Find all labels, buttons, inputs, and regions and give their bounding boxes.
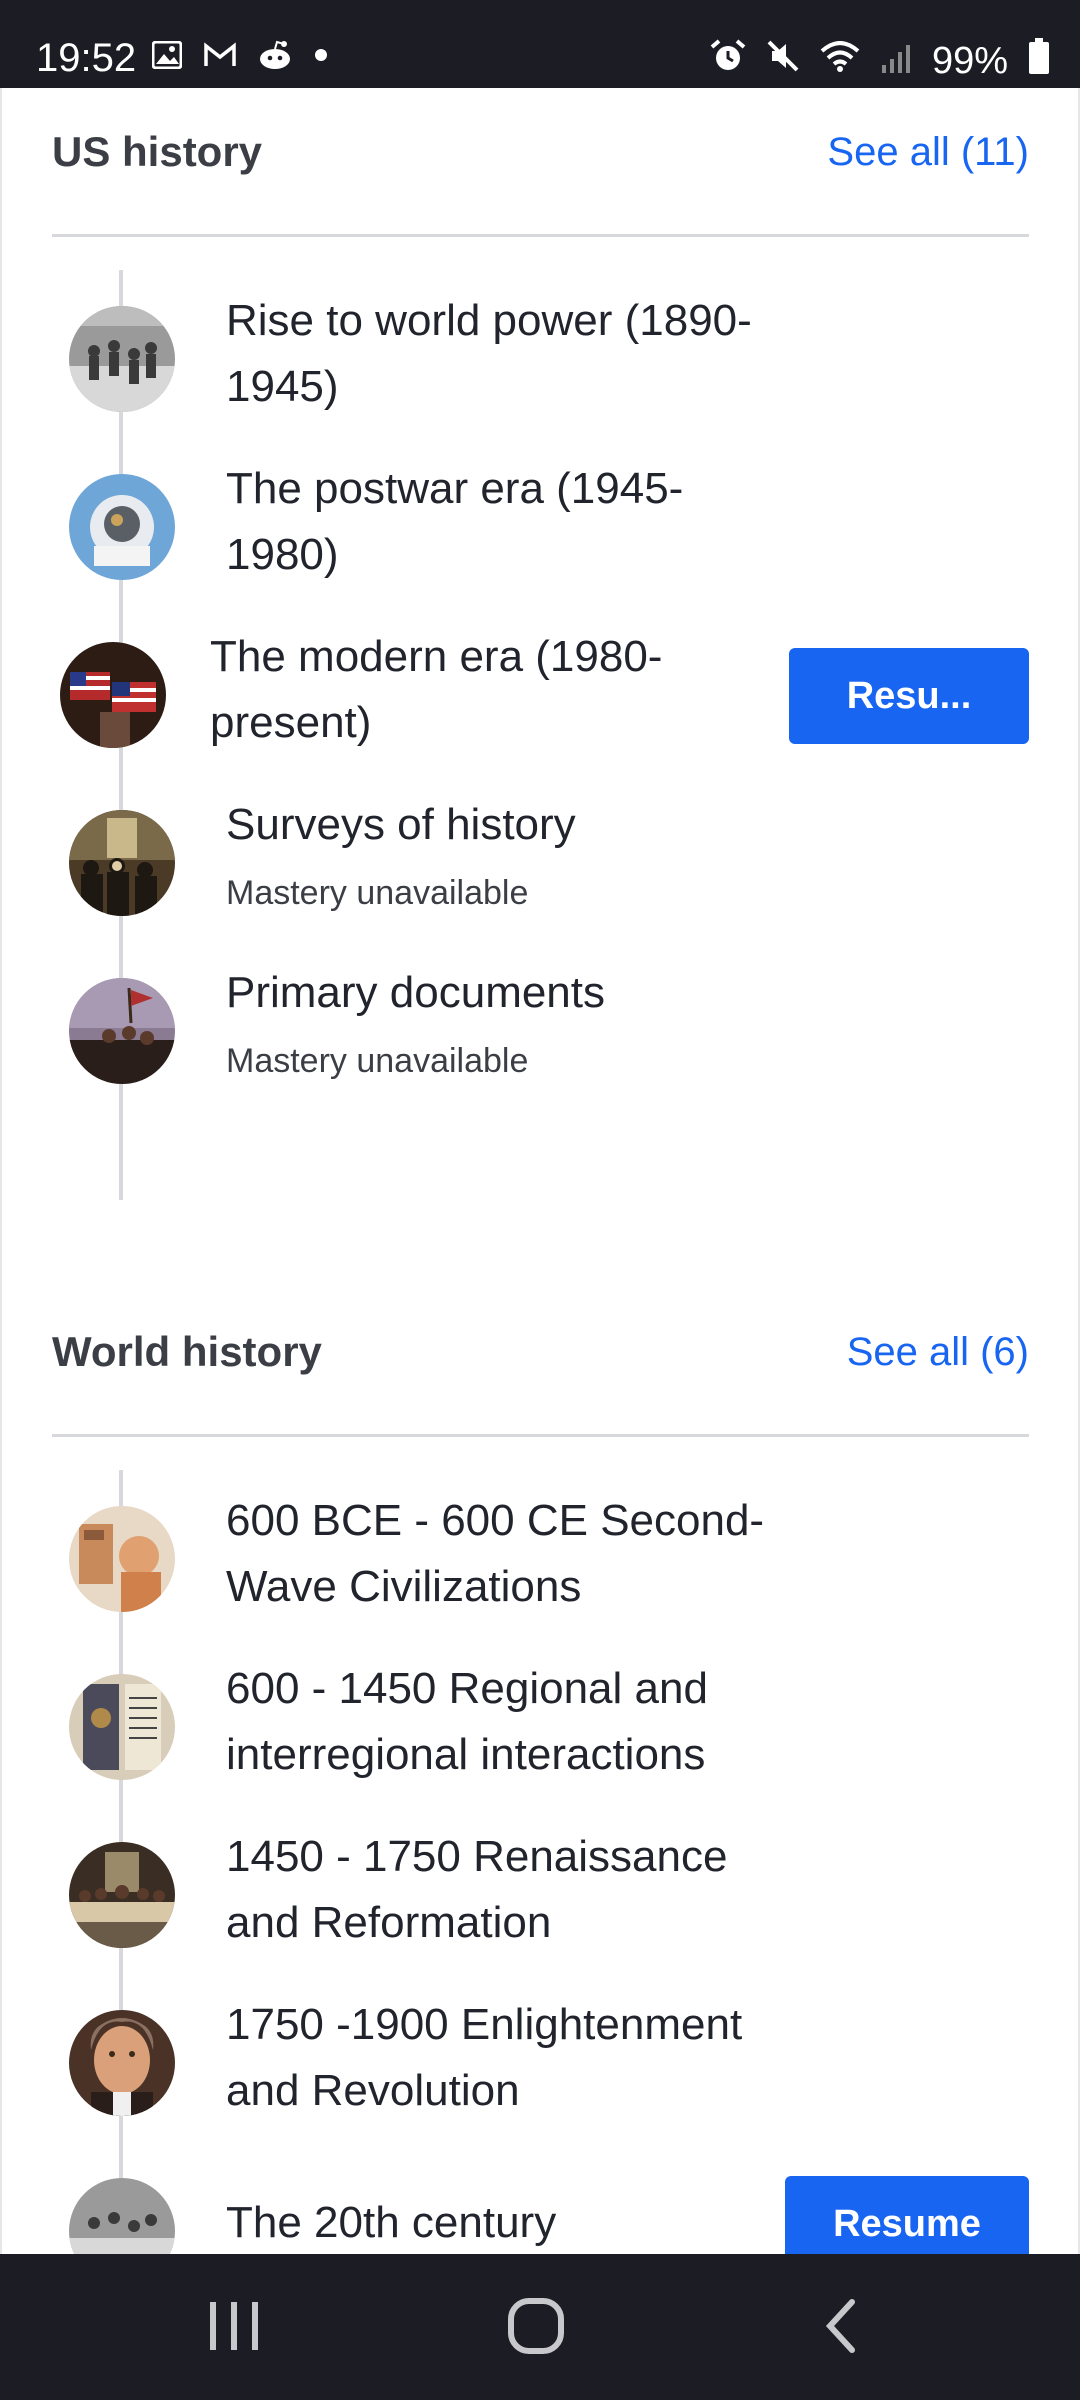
unit-thumbnail bbox=[69, 1842, 175, 1948]
list-item[interactable]: Rise to world power (1890-1945) bbox=[52, 296, 1029, 466]
mute-icon bbox=[766, 39, 800, 83]
unit-title: The postwar era (1945-1980) bbox=[226, 464, 684, 579]
home-icon[interactable] bbox=[506, 2294, 570, 2363]
list-item[interactable]: The postwar era (1945-1980) bbox=[52, 464, 1029, 634]
resume-button[interactable]: Resume bbox=[785, 2176, 1029, 2254]
list-item[interactable]: 1450 - 1750 Renaissance and Reformation bbox=[52, 1832, 1029, 2002]
list-item[interactable]: 600 BCE - 600 CE Second-Wave Civilizatio… bbox=[52, 1496, 1029, 1666]
navigation-bar bbox=[0, 2254, 1080, 2400]
signal-icon bbox=[880, 40, 912, 83]
see-all-link[interactable]: See all (11) bbox=[827, 130, 1029, 175]
card-border-left bbox=[0, 88, 2, 2254]
unit-thumbnail bbox=[69, 810, 175, 916]
list-item[interactable]: The modern era (1980-present) Resu... bbox=[52, 632, 1029, 802]
dot-icon bbox=[314, 48, 328, 67]
unit-thumbnail bbox=[69, 1674, 175, 1780]
section-title: US history bbox=[52, 128, 263, 175]
battery-icon bbox=[1028, 38, 1050, 84]
world-history-section: World history See all (6) 600 BCE - 600 … bbox=[52, 1288, 1029, 2254]
unit-title: The modern era (1980-present) bbox=[210, 632, 663, 747]
mastery-status: Mastery unavailable bbox=[226, 1042, 529, 1080]
unit-title: The 20th century bbox=[226, 2198, 557, 2247]
unit-thumbnail bbox=[69, 1506, 175, 1612]
unit-thumbnail bbox=[69, 2178, 175, 2254]
world-history-header: World history See all (6) bbox=[52, 1288, 1029, 1437]
content-scroll-area[interactable]: US history See all (11) Rise to world po… bbox=[0, 88, 1080, 2254]
unit-thumbnail bbox=[69, 2010, 175, 2116]
unit-title: Primary documents bbox=[226, 968, 606, 1017]
back-icon[interactable] bbox=[818, 2294, 866, 2363]
unit-title: Rise to world power (1890-1945) bbox=[226, 296, 752, 411]
unit-thumbnail bbox=[69, 474, 175, 580]
see-all-link[interactable]: See all (6) bbox=[847, 1330, 1029, 1375]
wifi-icon bbox=[820, 40, 860, 83]
alarm-icon bbox=[710, 39, 746, 83]
section-title: World history bbox=[52, 1328, 322, 1375]
mastery-status: Mastery unavailable bbox=[226, 874, 529, 912]
battery-percent: 99% bbox=[931, 39, 1008, 82]
list-item[interactable]: Surveys of history Mastery unavailable bbox=[52, 800, 1029, 970]
gmail-icon bbox=[204, 42, 236, 73]
reddit-icon bbox=[258, 40, 292, 75]
unit-thumbnail bbox=[69, 978, 175, 1084]
status-time: 19:52 bbox=[36, 36, 137, 80]
resume-button[interactable]: Resu... bbox=[789, 648, 1029, 744]
status-bar: 19:52 99% bbox=[0, 0, 1080, 88]
unit-title: 600 BCE - 600 CE Second-Wave Civilizatio… bbox=[226, 1496, 765, 1611]
list-item[interactable]: 600 - 1450 Regional and interregional in… bbox=[52, 1664, 1029, 1834]
unit-title: Surveys of history bbox=[226, 800, 576, 849]
unit-title: 1750 -1900 Enlightenment and Revolution bbox=[226, 2000, 743, 2115]
list-item[interactable]: 1750 -1900 Enlightenment and Revolution bbox=[52, 2000, 1029, 2170]
gallery-icon bbox=[151, 40, 183, 74]
unit-thumbnail bbox=[60, 642, 166, 748]
list-item[interactable]: The 20th century Resume bbox=[52, 2176, 1029, 2254]
us-history-section: US history See all (11) Rise to world po… bbox=[52, 88, 1029, 1200]
us-history-header: US history See all (11) bbox=[52, 88, 1029, 237]
list-item[interactable]: Primary documents Mastery unavailable bbox=[52, 968, 1029, 1138]
recent-apps-icon[interactable] bbox=[206, 2294, 262, 2363]
unit-title: 600 - 1450 Regional and interregional in… bbox=[226, 1664, 708, 1779]
unit-thumbnail bbox=[69, 306, 175, 412]
unit-title: 1450 - 1750 Renaissance and Reformation bbox=[226, 1832, 728, 1947]
